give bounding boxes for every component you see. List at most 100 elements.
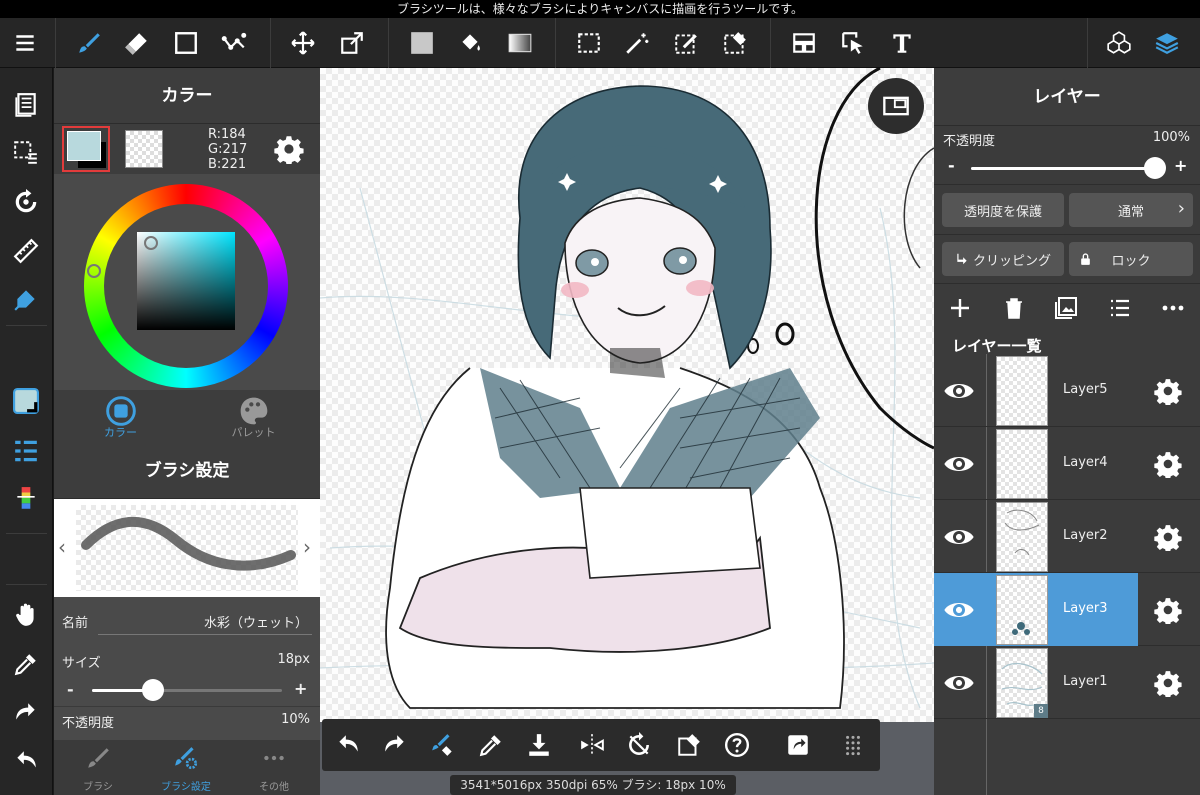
grid-icon[interactable] — [836, 728, 870, 762]
brush-name-row[interactable]: 名前 水彩（ウェット） — [54, 612, 320, 642]
select-eraser-icon[interactable] — [718, 26, 752, 60]
layer-row[interactable]: Layer5 — [934, 354, 1200, 427]
move-icon[interactable] — [286, 26, 320, 60]
bucket-icon[interactable] — [453, 26, 487, 60]
help-icon[interactable] — [720, 728, 754, 762]
layer-opacity-knob[interactable] — [1144, 157, 1166, 179]
fill-color-icon[interactable] — [405, 26, 439, 60]
navigator-button[interactable] — [868, 78, 924, 134]
eyedropper-icon[interactable] — [9, 647, 43, 681]
tab-brush[interactable]: ブラシ — [54, 740, 142, 795]
undo-icon[interactable] — [9, 744, 43, 778]
brush-size-label: サイズ — [62, 656, 101, 671]
tab-color[interactable]: カラー — [54, 390, 187, 444]
layer-image-icon[interactable] — [1054, 296, 1078, 324]
add-layer-icon[interactable] — [948, 296, 972, 324]
gear-icon[interactable] — [274, 134, 304, 166]
transform-icon[interactable] — [335, 26, 369, 60]
eye-icon[interactable] — [940, 518, 978, 556]
eraser-icon[interactable] — [120, 26, 154, 60]
chevron-right-icon: › — [1177, 198, 1185, 219]
brush-name-value: 水彩（ウェット） — [203, 616, 308, 631]
layer-row[interactable]: Layer4 — [934, 427, 1200, 500]
layer-opacity-slider[interactable] — [971, 157, 1166, 179]
chevron-right-icon[interactable]: › — [303, 535, 311, 559]
more-icon[interactable] — [1161, 296, 1185, 324]
brush-icon[interactable] — [72, 26, 106, 60]
operation-icon[interactable] — [836, 26, 870, 60]
brush-size-slider[interactable] — [92, 679, 282, 701]
gear-icon[interactable] — [1152, 448, 1184, 480]
eye-icon[interactable] — [940, 372, 978, 410]
layer-row-selected[interactable]: Layer3 — [934, 573, 1200, 646]
background-swatch[interactable] — [125, 130, 163, 168]
clipping-button[interactable]: クリッピング — [942, 242, 1064, 276]
tab-other[interactable]: その他 — [230, 740, 318, 795]
dot-line-icon[interactable] — [217, 26, 251, 60]
redo-icon[interactable] — [378, 728, 412, 762]
color-toggle-icon[interactable] — [9, 384, 43, 418]
gear-icon[interactable] — [1152, 594, 1184, 626]
magic-wand-icon[interactable] — [620, 26, 654, 60]
selection-menu-icon[interactable] — [9, 135, 43, 169]
save-icon[interactable] — [522, 728, 556, 762]
share-icon[interactable] — [781, 728, 815, 762]
green-value: G:217 — [208, 142, 248, 157]
select-rect-icon[interactable] — [572, 26, 606, 60]
ruler-icon[interactable] — [9, 234, 43, 268]
tab-brush-settings[interactable]: ブラシ設定 — [142, 740, 230, 795]
eye-icon[interactable] — [940, 591, 978, 629]
canvas-area[interactable]: 3541*5016px 350dpi 65% ブラシ: 18px 10% — [320, 68, 934, 795]
gear-icon[interactable] — [1152, 667, 1184, 699]
hue-picker-handle[interactable] — [87, 264, 101, 278]
eyedropper-icon[interactable] — [474, 728, 508, 762]
eye-icon[interactable] — [940, 445, 978, 483]
gear-icon[interactable] — [1152, 521, 1184, 553]
blend-mode-button[interactable]: 通常 › — [1069, 193, 1193, 227]
brush-size-knob[interactable] — [141, 679, 164, 701]
list-icon[interactable] — [9, 434, 43, 468]
palette-bar-icon[interactable] — [9, 482, 43, 516]
layers-icon[interactable] — [1150, 26, 1184, 60]
snap-icon[interactable] — [787, 26, 821, 60]
redo-icon[interactable] — [9, 696, 43, 730]
undo-icon[interactable] — [331, 728, 365, 762]
layer-list-icon[interactable] — [1108, 296, 1132, 324]
rotate-reset-icon[interactable] — [622, 728, 656, 762]
rectangle-icon[interactable] — [169, 26, 203, 60]
gradient-icon[interactable] — [503, 26, 537, 60]
size-increase-button[interactable]: + — [294, 679, 307, 698]
lock-button[interactable]: ロック — [1069, 242, 1193, 276]
sv-picker-handle[interactable] — [144, 236, 158, 250]
size-decrease-button[interactable]: - — [67, 680, 74, 699]
brush-size-row: サイズ 18px - + — [54, 652, 320, 704]
layer-opacity-increase[interactable]: + — [1174, 156, 1187, 175]
layer-row[interactable]: 8 Layer1 — [934, 646, 1200, 719]
flip-icon[interactable] — [575, 728, 609, 762]
hand-icon[interactable] — [9, 598, 43, 632]
chevron-left-icon[interactable]: ‹ — [58, 535, 66, 559]
eye-icon[interactable] — [940, 664, 978, 702]
brush-size-value: 18px — [277, 652, 311, 667]
pages-icon[interactable] — [9, 88, 43, 122]
color-swatch-row: R:184 G:217 B:221 — [54, 124, 320, 174]
drawing-paper[interactable] — [320, 68, 934, 722]
layer-row[interactable]: Layer2 — [934, 500, 1200, 573]
pen-ruler-icon[interactable] — [9, 282, 43, 316]
tab-palette[interactable]: パレット — [187, 390, 320, 444]
trash-icon[interactable] — [1002, 296, 1026, 324]
brush-opacity-row[interactable]: 不透明度 10% — [54, 712, 320, 732]
menu-icon[interactable] — [8, 26, 42, 60]
protect-alpha-button[interactable]: 透明度を保護 — [942, 193, 1064, 227]
gear-icon[interactable] — [1152, 375, 1184, 407]
clear-icon[interactable] — [672, 728, 706, 762]
color-wheel[interactable] — [84, 184, 288, 388]
text-icon[interactable] — [885, 26, 919, 60]
foreground-swatch[interactable] — [62, 126, 110, 172]
layer-opacity-decrease[interactable]: - — [948, 156, 955, 175]
rotate-icon[interactable] — [9, 185, 43, 219]
select-pen-icon[interactable] — [669, 26, 703, 60]
brush-opacity-value: 10% — [281, 712, 310, 727]
3d-icon[interactable] — [1102, 26, 1136, 60]
brush-eraser-toggle-icon[interactable] — [426, 728, 460, 762]
